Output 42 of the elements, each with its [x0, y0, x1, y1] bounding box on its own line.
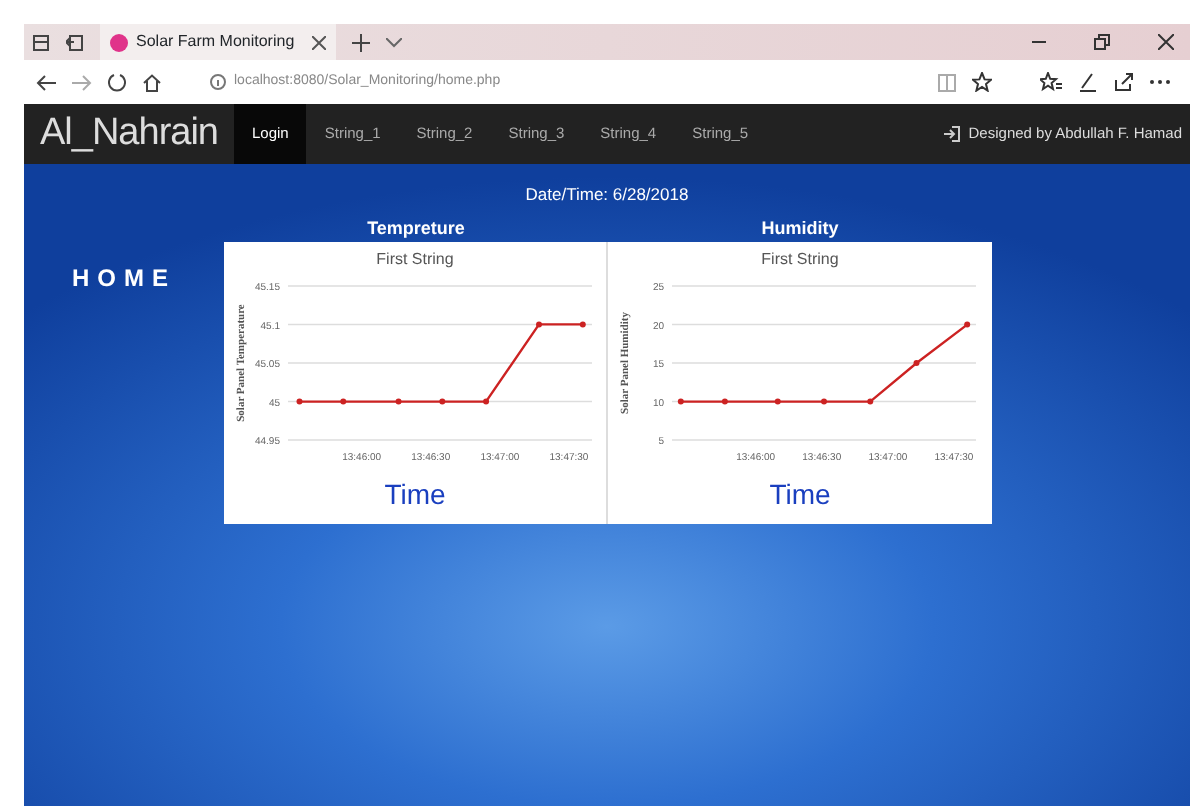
- data-point: [395, 398, 402, 405]
- chart-heading: Tempreture: [367, 218, 465, 238]
- data-point: [439, 398, 446, 405]
- data-point: [867, 398, 874, 405]
- data-point: [964, 321, 971, 328]
- home-heading: HOME: [72, 264, 176, 292]
- date-time-text: Date/Time: 6/28/2018: [525, 184, 689, 204]
- site-icon: [110, 33, 128, 51]
- star-icon[interactable]: [972, 72, 992, 92]
- favorites-icon[interactable]: [1040, 72, 1062, 92]
- home-icon[interactable]: [142, 73, 162, 91]
- back-tab-icon[interactable]: [66, 33, 84, 51]
- close-icon[interactable]: [1158, 34, 1174, 50]
- pen-icon[interactable]: [1078, 72, 1098, 92]
- info-icon[interactable]: [210, 74, 226, 90]
- back-icon[interactable]: [36, 73, 56, 91]
- chevron-down-icon[interactable]: [386, 37, 402, 47]
- tabs-aside-icon[interactable]: [32, 33, 50, 51]
- chart-title: First String: [376, 250, 454, 268]
- share-icon[interactable]: [1114, 72, 1134, 92]
- browser-tab[interactable]: Solar Farm Monitoring: [100, 24, 336, 60]
- chart-heading: Humidity: [761, 218, 839, 238]
- brand-logo[interactable]: Al_Nahrain: [24, 104, 234, 164]
- refresh-icon[interactable]: [108, 72, 126, 92]
- chart-title: First String: [761, 250, 839, 268]
- data-point: [579, 321, 586, 328]
- login-icon: [944, 126, 961, 142]
- x-axis-label: Time: [384, 478, 446, 510]
- data-point: [536, 321, 543, 328]
- data-point: [677, 398, 684, 405]
- data-point: [913, 360, 920, 366]
- minimize-icon[interactable]: [1032, 40, 1046, 44]
- data-point: [340, 398, 347, 405]
- data-point: [483, 398, 490, 405]
- data-point: [821, 398, 827, 405]
- restore-icon[interactable]: [1094, 34, 1110, 50]
- close-tab-icon[interactable]: [312, 35, 326, 49]
- data-point: [296, 398, 303, 405]
- x-axis-label: Time: [769, 478, 831, 510]
- data-point: [774, 398, 781, 405]
- new-tab-icon[interactable]: [352, 33, 370, 51]
- data-point: [721, 398, 728, 405]
